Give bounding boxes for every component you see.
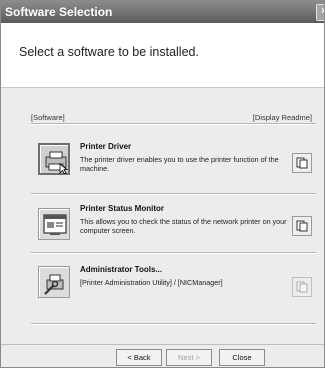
- close-button[interactable]: Close: [219, 349, 265, 366]
- admin-tools-icon: [44, 274, 64, 295]
- printer-icon: [45, 151, 69, 174]
- divider: [31, 123, 316, 125]
- status-monitor-icon: [43, 214, 67, 235]
- readme-icon: [296, 220, 308, 232]
- next-button[interactable]: Next >: [166, 349, 212, 366]
- page-heading: Select a software to be installed.: [19, 45, 199, 59]
- back-button[interactable]: < Back: [116, 349, 162, 366]
- software-column-label: [Software]: [31, 113, 65, 122]
- administrator-tools-description: [Printer Administration Utility] / [NICM…: [80, 278, 223, 287]
- title-bar: Software Selection ×: [1, 1, 324, 23]
- printer-status-monitor-title: Printer Status Monitor: [80, 204, 165, 213]
- readme-icon: [296, 281, 308, 293]
- printer-driver-button[interactable]: [38, 143, 70, 175]
- printer-driver-readme-button[interactable]: [292, 153, 312, 173]
- window-title: Software Selection: [5, 5, 113, 19]
- divider: [31, 252, 316, 254]
- administrator-tools-button[interactable]: [38, 266, 70, 298]
- printer-status-monitor-button[interactable]: [38, 208, 70, 240]
- readme-column-label: [Display Readme]: [252, 113, 312, 122]
- administrator-tools-readme-button[interactable]: [292, 277, 312, 297]
- divider: [31, 323, 316, 325]
- printer-driver-description: The printer driver enables you to use th…: [80, 155, 279, 173]
- divider: [31, 193, 316, 195]
- administrator-tools-title: Administrator Tools...: [80, 265, 163, 274]
- readme-icon: [296, 157, 308, 169]
- header-pane: Select a software to be installed.: [1, 23, 324, 88]
- printer-status-monitor-description: This allows you to check the status of t…: [80, 217, 287, 235]
- close-window-icon[interactable]: ×: [316, 4, 324, 21]
- printer-status-monitor-readme-button[interactable]: [292, 216, 312, 236]
- printer-driver-title: Printer Driver: [80, 142, 132, 151]
- footer-divider: [1, 344, 324, 345]
- software-selection-window: Software Selection × Select a software t…: [0, 0, 325, 368]
